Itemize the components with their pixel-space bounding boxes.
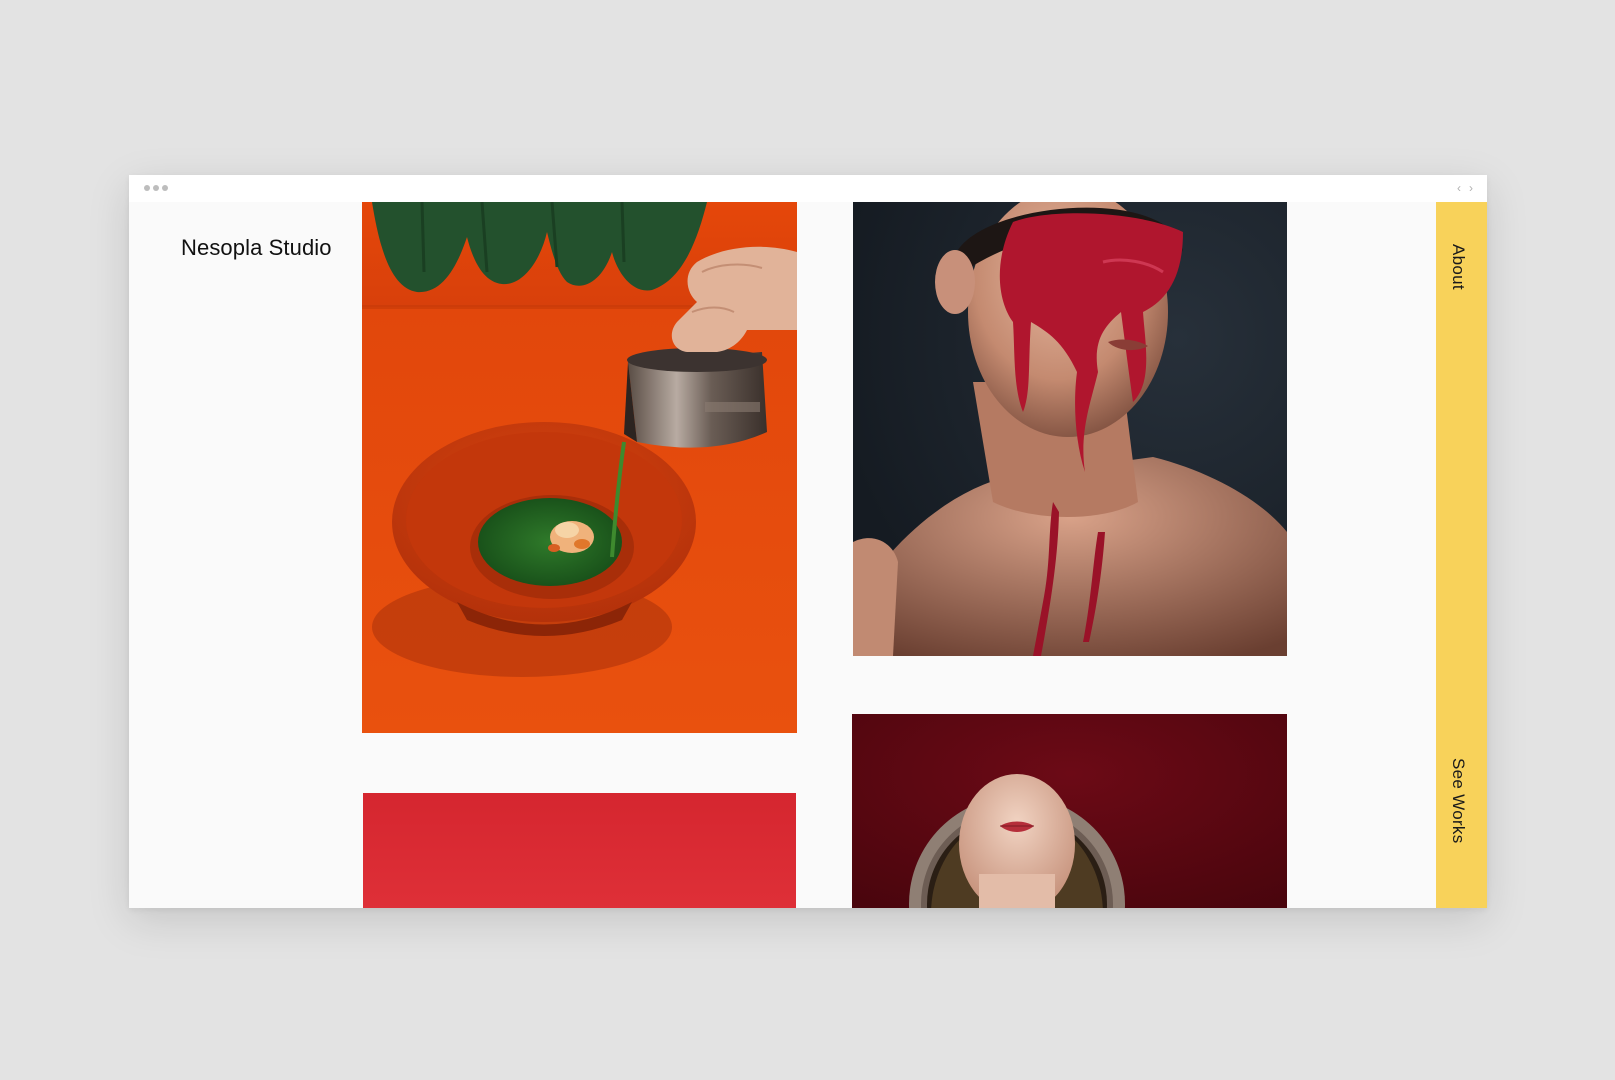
- forward-arrow-icon[interactable]: ›: [1469, 181, 1473, 195]
- red-photo-illustration: [363, 793, 796, 908]
- side-navigation: About See Works: [1436, 202, 1487, 908]
- browser-window: ‹ › Nesopla Studio About See Works: [129, 175, 1487, 908]
- portrait-photo-illustration: [853, 202, 1287, 656]
- site-brand[interactable]: Nesopla Studio: [181, 235, 332, 261]
- window-dot[interactable]: [153, 185, 159, 191]
- browser-topbar: ‹ ›: [129, 175, 1487, 202]
- back-arrow-icon[interactable]: ‹: [1457, 181, 1461, 195]
- gallery-image-soup[interactable]: [362, 202, 797, 733]
- page-content: Nesopla Studio About See Works: [129, 202, 1487, 908]
- window-controls[interactable]: [144, 185, 168, 191]
- nav-about[interactable]: About: [1448, 244, 1468, 290]
- nav-see-works[interactable]: See Works: [1448, 758, 1468, 844]
- gallery-image-ring[interactable]: [852, 714, 1287, 908]
- soup-photo-illustration: [362, 202, 797, 733]
- browser-nav: ‹ ›: [1457, 181, 1473, 195]
- gallery-image-portrait[interactable]: [853, 202, 1287, 656]
- ring-photo-illustration: [852, 714, 1287, 908]
- window-dot[interactable]: [162, 185, 168, 191]
- window-dot[interactable]: [144, 185, 150, 191]
- gallery-image-red[interactable]: [363, 793, 796, 908]
